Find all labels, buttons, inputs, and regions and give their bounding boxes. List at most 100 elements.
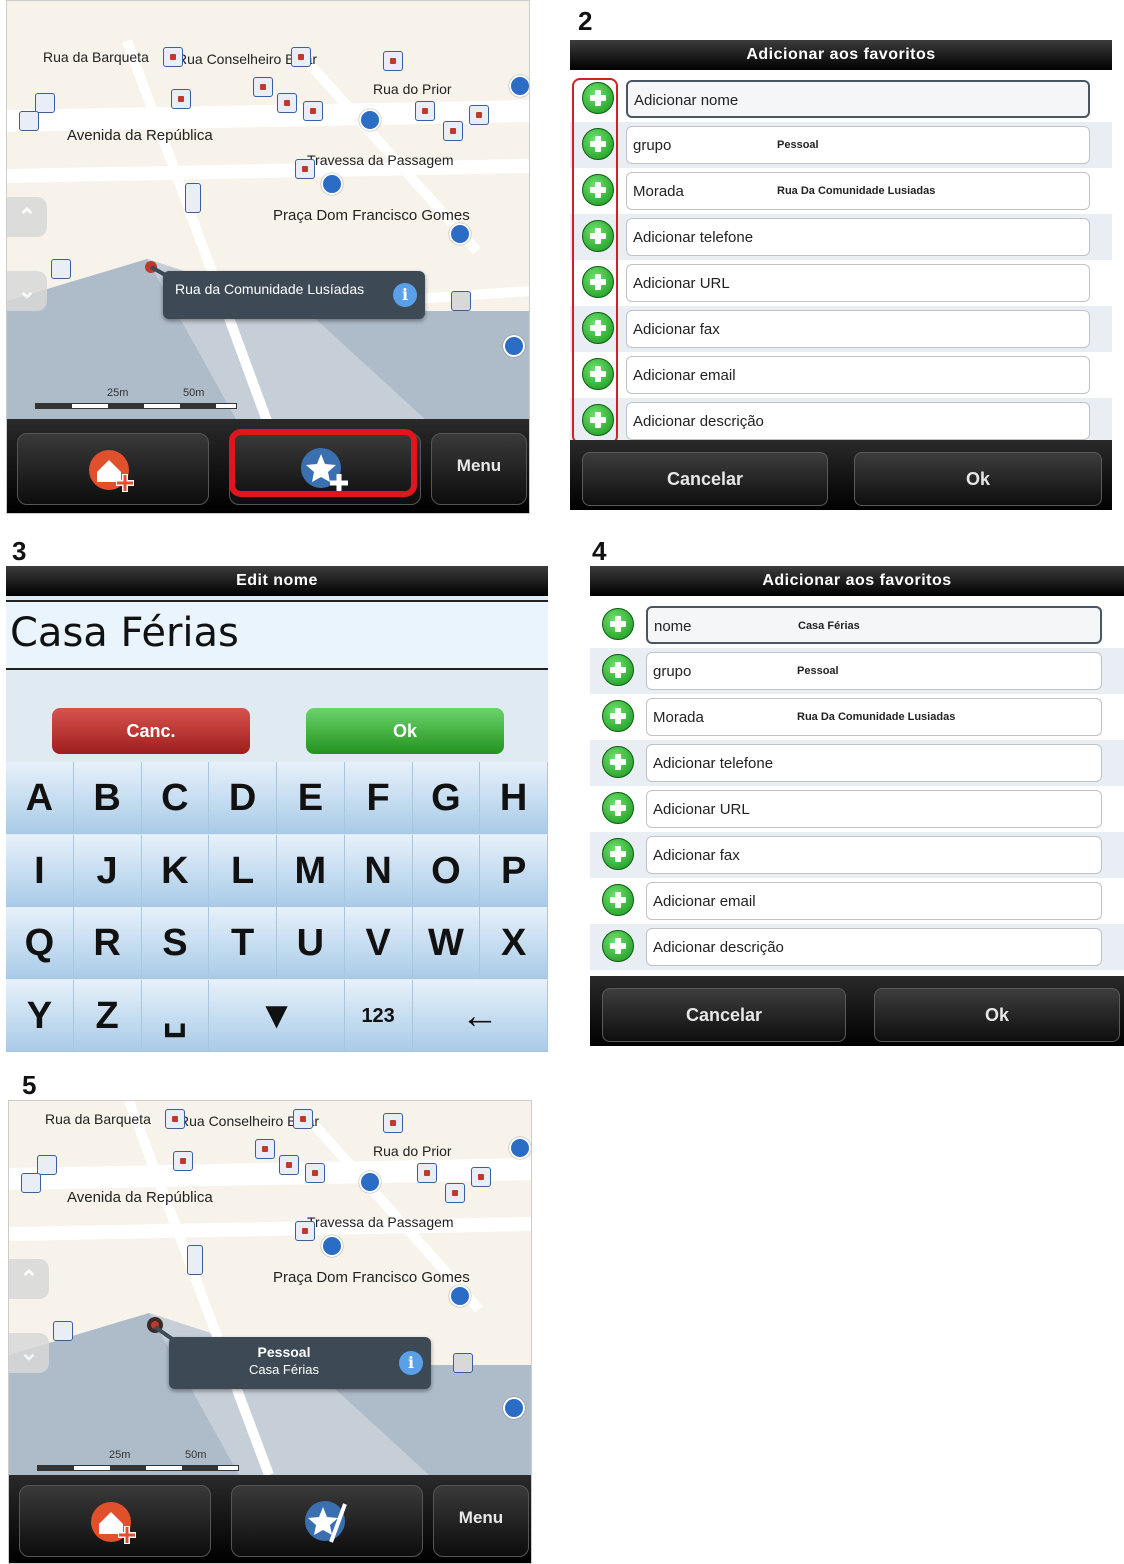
parking-icon[interactable]	[451, 291, 471, 311]
add-plus-icon[interactable]	[602, 654, 634, 686]
key-q[interactable]: Q	[6, 907, 74, 979]
form-field[interactable]: Adicionar nome	[626, 80, 1090, 118]
key-j[interactable]: J	[73, 834, 142, 907]
add-plus-icon[interactable]	[602, 700, 634, 732]
poi-icon[interactable]	[173, 1151, 193, 1171]
numbers-key[interactable]: 123	[344, 979, 413, 1052]
zoom-out-button[interactable]: ⌄	[9, 1333, 49, 1373]
address-callout[interactable]: Rua da Comunidade Lusíadas i	[163, 271, 425, 319]
key-n[interactable]: N	[344, 834, 413, 907]
key-k[interactable]: K	[141, 834, 210, 907]
cancel-button[interactable]: Cancelar	[582, 452, 828, 506]
zoom-in-button[interactable]: ⌃	[9, 1259, 49, 1299]
key-f[interactable]: F	[344, 762, 413, 834]
key-z[interactable]: Z	[73, 979, 142, 1052]
form-field[interactable]: Morada Rua Da Comunidade Lusiadas	[646, 698, 1102, 736]
poi-icon[interactable]	[165, 1109, 185, 1129]
poi-icon[interactable]	[383, 51, 403, 71]
poi-icon[interactable]	[277, 93, 297, 113]
poi-icon[interactable]	[359, 109, 381, 131]
key-l[interactable]: L	[209, 834, 277, 907]
poi-icon[interactable]	[253, 77, 273, 97]
favorite-button[interactable]	[231, 1485, 423, 1557]
poi-icon[interactable]	[359, 1171, 381, 1193]
form-field[interactable]: Adicionar fax	[646, 836, 1102, 874]
form-field[interactable]: Adicionar telefone	[626, 218, 1090, 256]
map-screen-5[interactable]: Rua da Barqueta Rua Conselheiro Bivar Ru…	[8, 1100, 532, 1564]
poi-icon[interactable]	[171, 89, 191, 109]
poi-icon[interactable]	[295, 1221, 315, 1241]
poi-icon[interactable]	[279, 1155, 299, 1175]
bus-stop-icon[interactable]	[185, 183, 201, 213]
cancel-button[interactable]: Cancelar	[602, 988, 846, 1042]
info-icon[interactable]: i	[393, 283, 417, 307]
form-field[interactable]: grupo Pessoal	[646, 652, 1102, 690]
form-field[interactable]: Adicionar descrição	[646, 928, 1102, 966]
poi-icon[interactable]	[37, 1155, 57, 1175]
ok-button[interactable]: Ok	[306, 708, 504, 754]
menu-button[interactable]: Menu	[431, 433, 527, 505]
key-x[interactable]: X	[480, 907, 548, 979]
map-screen-1[interactable]: Rua da Barqueta Rua Conselheiro Bivar Ru…	[6, 0, 530, 514]
poi-icon[interactable]	[415, 101, 435, 121]
form-field[interactable]: Adicionar URL	[626, 264, 1090, 302]
key-o[interactable]: O	[412, 834, 481, 907]
cancel-button[interactable]: Canc.	[52, 708, 250, 754]
poi-icon[interactable]	[305, 1163, 325, 1183]
add-plus-icon[interactable]	[602, 930, 634, 962]
add-home-button[interactable]	[17, 433, 209, 505]
poi-icon[interactable]	[293, 1109, 313, 1129]
poi-icon[interactable]	[21, 1173, 41, 1193]
poi-icon[interactable]	[321, 1235, 343, 1257]
poi-icon[interactable]	[19, 111, 39, 131]
poi-icon[interactable]	[503, 1397, 525, 1419]
key-b[interactable]: B	[73, 762, 142, 834]
key-d[interactable]: D	[209, 762, 277, 834]
menu-button[interactable]: Menu	[433, 1485, 529, 1557]
poi-icon[interactable]	[509, 75, 529, 97]
poi-icon[interactable]	[469, 105, 489, 125]
form-field[interactable]: Morada Rua Da Comunidade Lusiadas	[626, 172, 1090, 210]
key-u[interactable]: U	[277, 907, 345, 979]
bus-stop-icon[interactable]	[187, 1245, 203, 1275]
form-field[interactable]: Adicionar URL	[646, 790, 1102, 828]
poi-icon[interactable]	[383, 1113, 403, 1133]
poi-icon[interactable]	[503, 335, 525, 357]
form-field[interactable]: Adicionar email	[646, 882, 1102, 920]
key-v[interactable]: V	[344, 907, 413, 979]
key-c[interactable]: C	[141, 762, 210, 834]
key-g[interactable]: G	[412, 762, 481, 834]
key-y[interactable]: Y	[6, 979, 74, 1052]
poi-icon[interactable]	[163, 47, 183, 67]
key-h[interactable]: H	[480, 762, 548, 834]
poi-icon[interactable]	[291, 47, 311, 67]
add-plus-icon[interactable]	[602, 884, 634, 916]
poi-icon[interactable]	[321, 173, 343, 195]
poi-icon[interactable]	[295, 159, 315, 179]
hide-keyboard-key[interactable]: ▼	[209, 979, 345, 1052]
poi-icon[interactable]	[417, 1163, 437, 1183]
add-plus-icon[interactable]	[602, 608, 634, 640]
ok-button[interactable]: Ok	[854, 452, 1102, 506]
poi-icon[interactable]	[445, 1183, 465, 1203]
poi-icon[interactable]	[449, 1285, 471, 1307]
key-p[interactable]: P	[480, 834, 548, 907]
zoom-in-button[interactable]: ⌃	[7, 197, 47, 237]
poi-icon[interactable]	[449, 223, 471, 245]
form-field[interactable]: Adicionar fax	[626, 310, 1090, 348]
key-s[interactable]: S	[141, 907, 210, 979]
poi-icon[interactable]	[443, 121, 463, 141]
add-home-button[interactable]	[19, 1485, 211, 1557]
backspace-key[interactable]: ←	[412, 979, 548, 1052]
parking-icon[interactable]	[453, 1353, 473, 1373]
key-w[interactable]: W	[412, 907, 481, 979]
poi-icon[interactable]	[35, 93, 55, 113]
add-plus-icon[interactable]	[602, 838, 634, 870]
zoom-out-button[interactable]: ⌄	[7, 271, 47, 311]
add-plus-icon[interactable]	[602, 746, 634, 778]
ok-button[interactable]: Ok	[874, 988, 1120, 1042]
info-icon[interactable]: i	[399, 1351, 423, 1375]
key-i[interactable]: I	[6, 834, 74, 907]
key-m[interactable]: M	[277, 834, 345, 907]
form-field[interactable]: Adicionar email	[626, 356, 1090, 394]
